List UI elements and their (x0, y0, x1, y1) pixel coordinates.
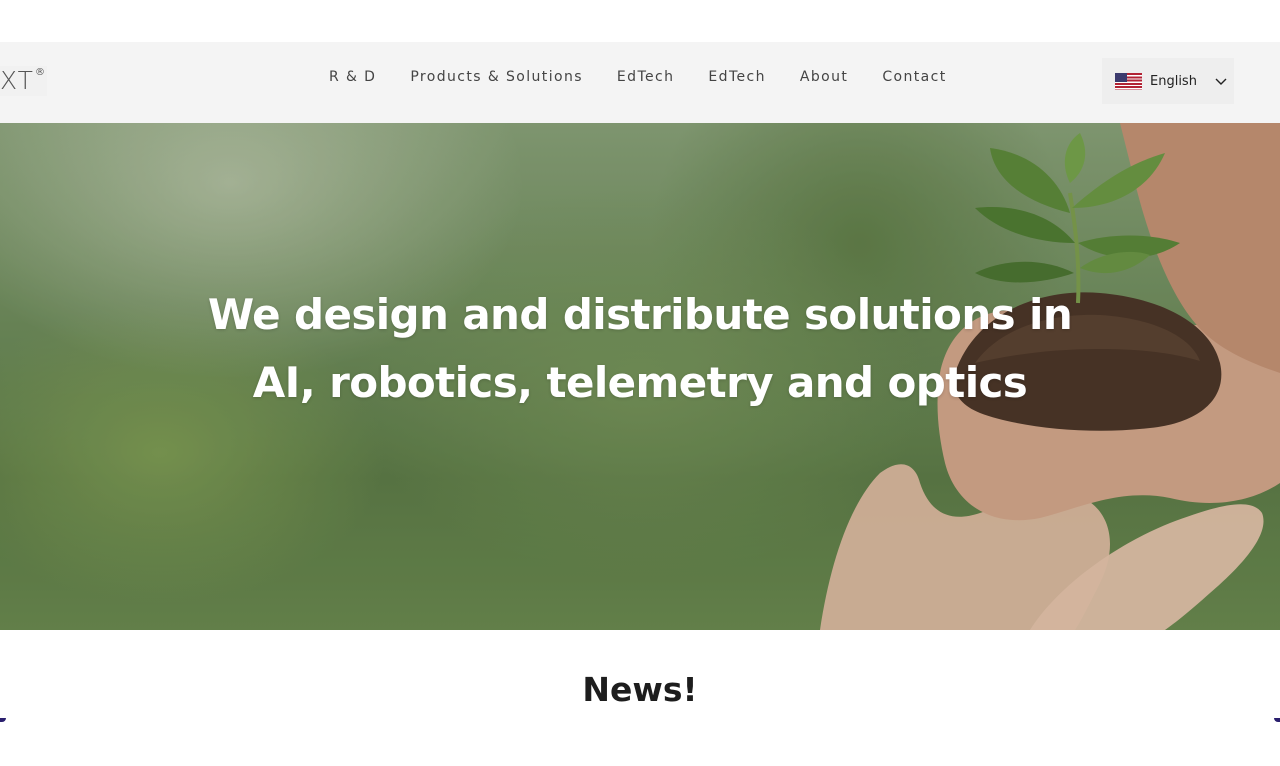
news-section-title: News! (582, 670, 698, 709)
chevron-down-icon (1215, 78, 1227, 85)
nav-item-contact[interactable]: Contact (882, 68, 946, 86)
hero-headline-line-1: We design and distribute solutions in (207, 290, 1073, 339)
nav-item-edtech-2[interactable]: EdTech (708, 68, 766, 86)
nav-item-about[interactable]: About (800, 68, 848, 86)
hero-headline-line-2: AI, robotics, telemetry and optics (252, 358, 1028, 407)
nav-item-products-solutions[interactable]: Products & Solutions (410, 68, 583, 86)
logo-text: XT (0, 66, 34, 95)
brand-logo[interactable]: XT ® (0, 66, 47, 96)
language-label: English (1150, 73, 1197, 89)
language-selector[interactable]: English (1102, 58, 1234, 104)
registered-mark: ® (34, 67, 45, 78)
us-flag-icon (1115, 72, 1142, 90)
site-header: XT ® R & D Products & Solutions EdTech E… (0, 42, 1280, 123)
nav-item-r-and-d[interactable]: R & D (329, 68, 376, 86)
hero-headline: We design and distribute solutions in AI… (0, 281, 1280, 417)
hero-banner: We design and distribute solutions in AI… (0, 123, 1280, 630)
top-blank-area (0, 0, 1280, 42)
main-nav: R & D Products & Solutions EdTech EdTech… (329, 68, 947, 86)
nav-item-edtech[interactable]: EdTech (617, 68, 675, 86)
bottom-blank-area (0, 722, 1280, 766)
